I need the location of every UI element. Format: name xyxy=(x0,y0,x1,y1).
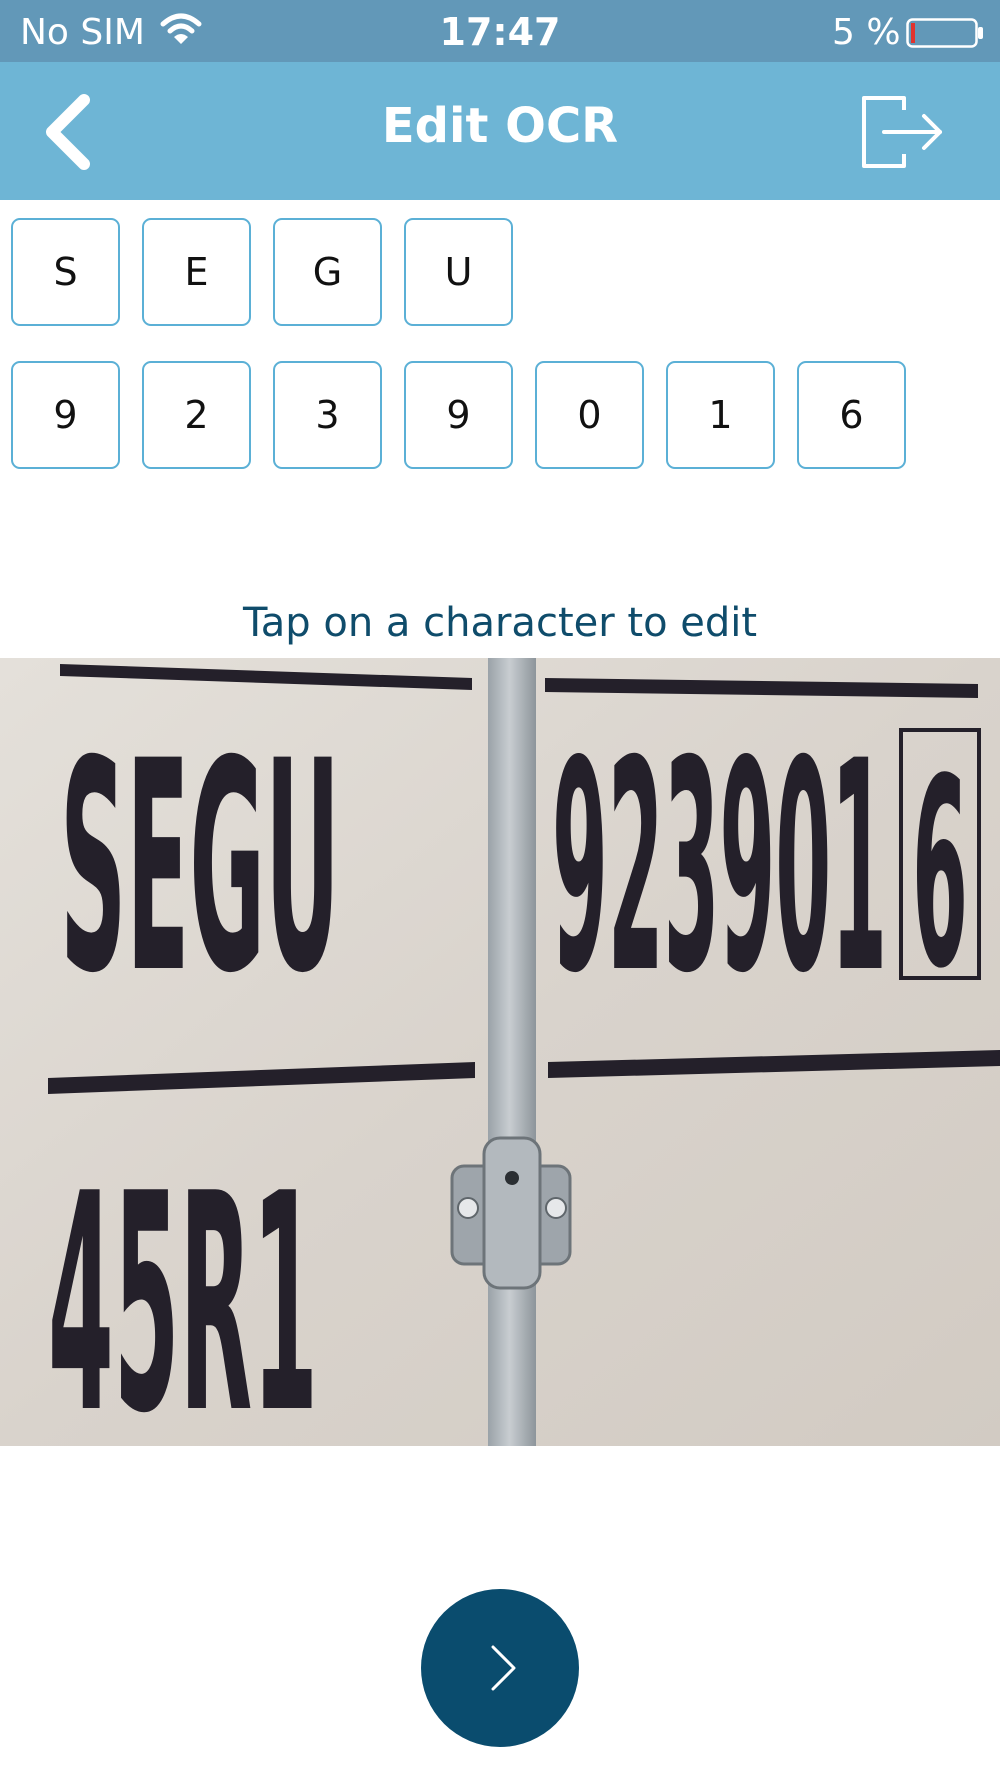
photo-size-type: 45R1 xyxy=(48,1130,318,1446)
container-photo: SEGU 923901 6 45R1 xyxy=(0,658,1000,1446)
char-box-serial-2[interactable]: 2 xyxy=(142,361,251,469)
photo-check-digit: 6 xyxy=(912,724,968,1026)
status-bar: No SIM 17:47 5 % xyxy=(0,0,1000,62)
bracket-bolt-left xyxy=(457,1197,479,1219)
char-box-serial-5[interactable]: 0 xyxy=(535,361,644,469)
edit-hint: Tap on a character to edit xyxy=(242,600,758,646)
char-box-serial-3[interactable]: 3 xyxy=(273,361,382,469)
bracket-hole xyxy=(505,1171,519,1185)
battery-percent: 5 % xyxy=(832,12,901,53)
logout-icon xyxy=(862,96,942,168)
owner-code-row: S E G U xyxy=(11,218,535,326)
logout-button[interactable] xyxy=(856,90,946,174)
photo-owner-code: SEGU xyxy=(60,700,340,1037)
navigation-bar: Edit OCR xyxy=(0,62,1000,200)
serial-number-row: 9 2 3 9 0 1 6 xyxy=(11,361,928,469)
page-title: Edit OCR xyxy=(381,98,619,154)
char-box-owner-4[interactable]: U xyxy=(404,218,513,326)
battery-icon xyxy=(906,18,984,52)
char-box-owner-1[interactable]: S xyxy=(11,218,120,326)
next-button[interactable] xyxy=(421,1589,579,1747)
char-box-serial-7[interactable]: 6 xyxy=(797,361,906,469)
char-box-owner-2[interactable]: E xyxy=(142,218,251,326)
bracket-strap xyxy=(482,1136,542,1290)
char-box-serial-6[interactable]: 1 xyxy=(666,361,775,469)
drain-pipe xyxy=(488,658,536,1446)
char-box-serial-4[interactable]: 9 xyxy=(404,361,513,469)
chevron-right-icon xyxy=(491,1645,516,1691)
photo-serial-number: 923901 xyxy=(552,700,887,1037)
char-box-owner-3[interactable]: G xyxy=(273,218,382,326)
bracket-bolt-right xyxy=(545,1197,567,1219)
char-box-serial-1[interactable]: 9 xyxy=(11,361,120,469)
